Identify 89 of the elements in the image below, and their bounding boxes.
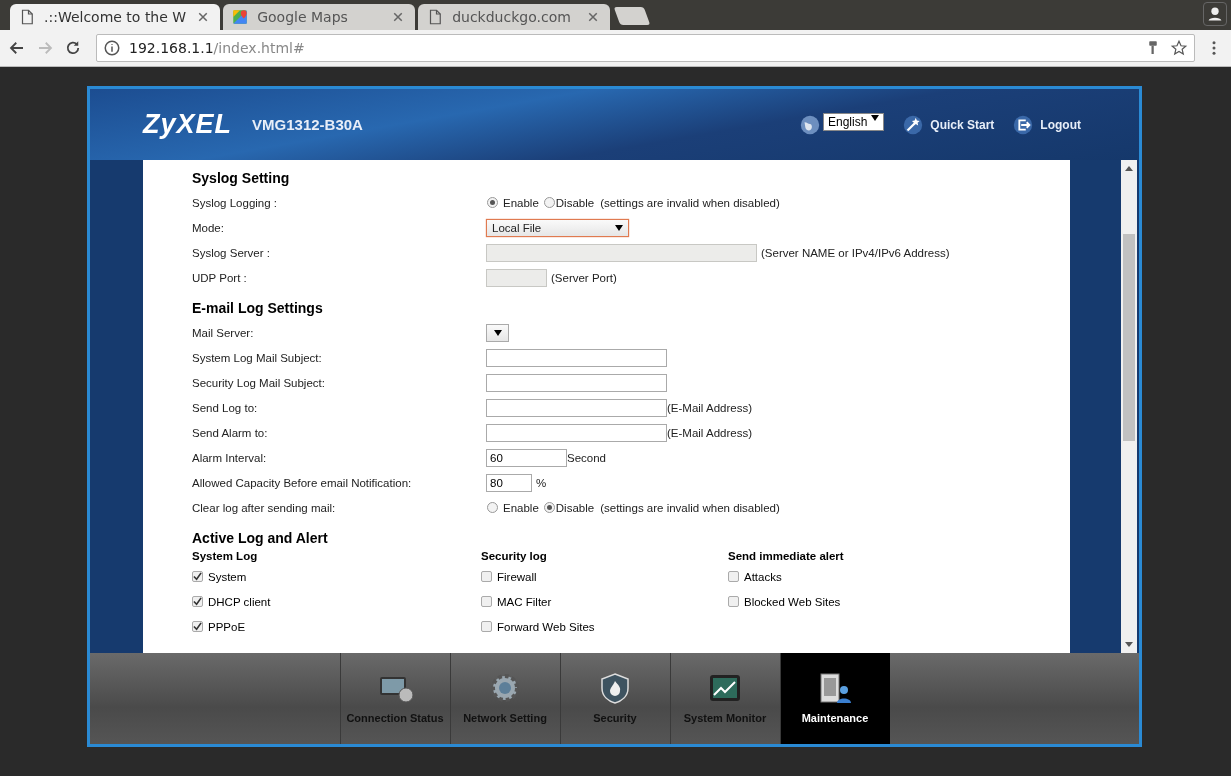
server-person-icon xyxy=(817,672,853,704)
checkbox-label: Forward Web Sites xyxy=(497,620,595,633)
hint-text: (Server Port) xyxy=(551,271,617,284)
column-heading: Send immediate alert xyxy=(728,550,844,564)
checkbox-label: Firewall xyxy=(497,570,537,583)
nav-tab[interactable]: Maintenance xyxy=(779,653,890,744)
checkbox-label: PPPoE xyxy=(208,620,246,633)
scrollbar[interactable] xyxy=(1121,160,1137,653)
checkbox[interactable] xyxy=(728,596,739,607)
person-icon[interactable] xyxy=(1203,2,1227,26)
checkbox-label: MAC Filter xyxy=(497,595,552,608)
radio-button[interactable] xyxy=(487,197,498,208)
address-bar[interactable]: 192.168.1.1/index.html# xyxy=(96,34,1195,62)
caret-icon xyxy=(871,114,880,121)
option-label: Disable xyxy=(555,196,595,209)
new-tab-button[interactable] xyxy=(613,7,651,25)
checkbox[interactable] xyxy=(481,596,492,607)
wand-icon[interactable] xyxy=(902,113,925,136)
scroll-thumb[interactable] xyxy=(1123,234,1135,441)
option-label: Enable xyxy=(503,501,539,514)
back-arrow-icon[interactable] xyxy=(8,39,26,57)
checkbox[interactable] xyxy=(481,571,492,582)
chart-monitor-icon xyxy=(707,672,743,704)
checkbox[interactable] xyxy=(728,571,739,582)
column-heading: System Log xyxy=(192,550,259,564)
option-label: Enable xyxy=(503,196,539,209)
field-label: Syslog Logging : xyxy=(192,196,279,209)
quick-start-link[interactable]: Quick Start xyxy=(930,117,995,132)
language-select[interactable]: English xyxy=(822,112,885,131)
map-pin-icon xyxy=(231,8,250,26)
info-icon xyxy=(103,39,121,57)
caret-icon xyxy=(493,329,502,336)
column-heading: Security log xyxy=(481,550,548,564)
hint-text: (Server NAME or IPv4/IPv6 Address) xyxy=(761,246,950,259)
checkmark-icon xyxy=(193,622,202,631)
radio-button[interactable] xyxy=(543,197,555,208)
logout-link[interactable]: Logout xyxy=(1040,117,1081,132)
radio-button[interactable] xyxy=(487,502,498,513)
section-title: E-mail Log Settings xyxy=(192,300,324,316)
input-field[interactable] xyxy=(486,423,667,442)
reload-icon[interactable] xyxy=(64,39,82,57)
model-name: VMG1312-B30A xyxy=(252,116,363,133)
section-title: Active Log and Alert xyxy=(192,530,329,546)
checkbox[interactable] xyxy=(192,621,203,632)
browser-tab[interactable]: duckduckgo.com xyxy=(418,4,611,30)
field-label: Security Log Mail Subject: xyxy=(192,376,326,389)
input-field[interactable] xyxy=(486,398,667,417)
input-field[interactable]: 60 xyxy=(486,448,567,467)
section-title: Syslog Setting xyxy=(192,170,291,186)
logo: ZyXEL xyxy=(143,109,233,140)
field-label: UDP Port : xyxy=(192,271,248,284)
checkbox[interactable] xyxy=(192,596,203,607)
star-icon[interactable] xyxy=(1170,39,1188,57)
field-label: Allowed Capacity Before email Notification: xyxy=(192,476,413,489)
hint-text: (E-Mail Address) xyxy=(667,426,752,439)
browser-tab[interactable]: Google Maps xyxy=(223,4,416,30)
option-label: Disable xyxy=(555,501,595,514)
checkbox[interactable] xyxy=(481,621,492,632)
input-field[interactable]: 80 xyxy=(486,473,532,492)
hint-text: % xyxy=(536,476,547,489)
checkbox-label: System xyxy=(208,570,247,583)
radio-button[interactable] xyxy=(543,502,555,513)
field-label: Send Log to: xyxy=(192,401,259,414)
hint-text: (settings are invalid when disabled) xyxy=(600,196,780,209)
field-label: System Log Mail Subject: xyxy=(192,351,323,364)
field-label: Syslog Server : xyxy=(192,246,271,259)
url-text: 192.168.1.1/index.html# xyxy=(129,40,306,56)
field-label: Send Alarm to: xyxy=(192,426,269,439)
checkbox-label: Blocked Web Sites xyxy=(744,595,841,608)
hint-text: (settings are invalid when disabled) xyxy=(600,501,780,514)
hint-text: Second xyxy=(567,451,606,464)
caret-icon xyxy=(615,224,623,231)
field-label: Clear log after sending mail: xyxy=(192,501,337,514)
field-label: Alarm Interval: xyxy=(192,451,268,464)
checkbox-label: DHCP client xyxy=(208,595,271,608)
checkmark-icon xyxy=(193,572,202,581)
checkbox[interactable] xyxy=(192,571,203,582)
dropdown[interactable]: Local File xyxy=(486,218,629,237)
checkbox-label: Attacks xyxy=(744,570,782,583)
checkmark-icon xyxy=(193,597,202,606)
field-label: Mode: xyxy=(192,221,225,234)
logout-icon[interactable] xyxy=(1012,113,1035,136)
globe-icon xyxy=(798,113,821,136)
input-field[interactable] xyxy=(486,373,667,392)
field-label: Mail Server: xyxy=(192,326,255,339)
hint-text: (E-Mail Address) xyxy=(667,401,752,414)
browser-tab[interactable]: .::Welcome to the W xyxy=(10,4,221,30)
input-field[interactable] xyxy=(486,348,667,367)
dropdown[interactable] xyxy=(486,323,509,342)
